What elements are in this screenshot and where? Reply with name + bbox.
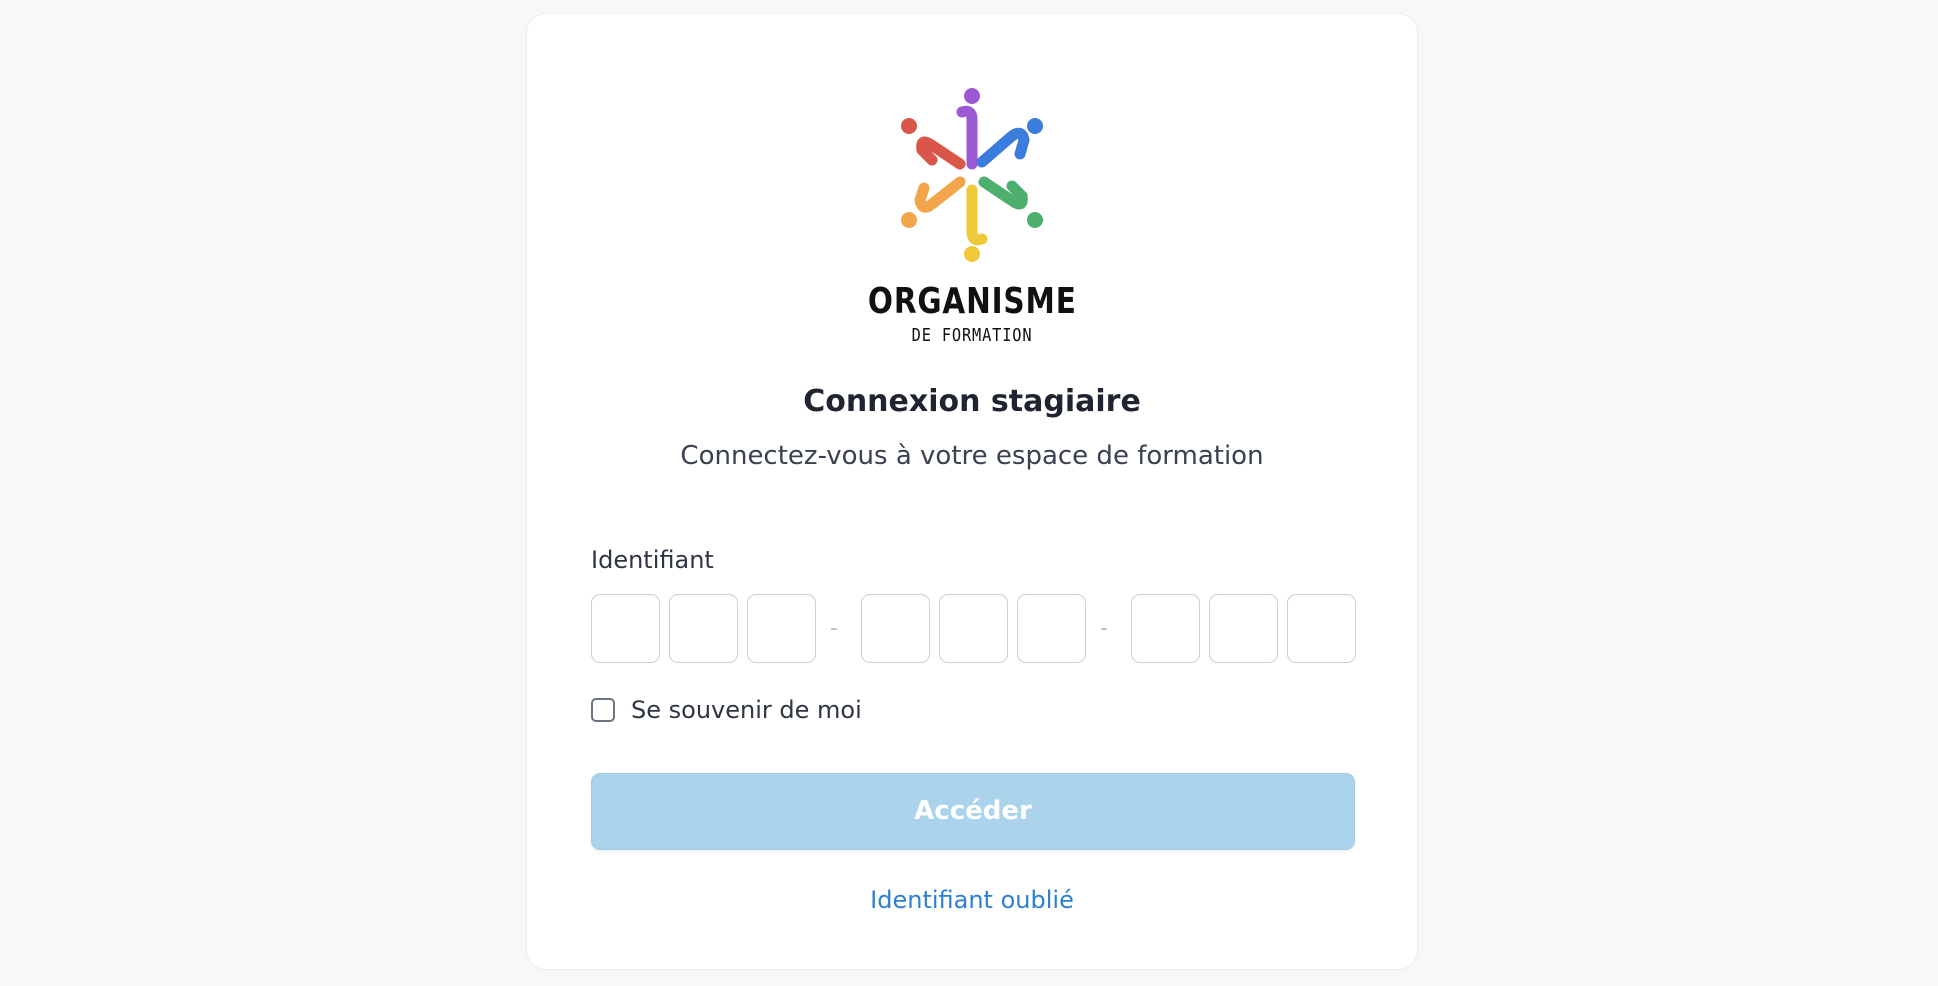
remember-me-checkbox[interactable] <box>591 698 615 722</box>
identifier-code-inputs: - - <box>591 594 1356 663</box>
code-digit-7[interactable] <box>1131 594 1200 663</box>
code-digit-9[interactable] <box>1287 594 1356 663</box>
code-digit-2[interactable] <box>669 594 738 663</box>
brand-logo: ORGANISME DE FORMATION <box>527 74 1417 346</box>
forgot-identifier-link[interactable]: Identifiant oublié <box>527 886 1417 914</box>
code-separator: - <box>1100 616 1108 641</box>
remember-me-option[interactable]: Se souvenir de moi <box>591 696 862 724</box>
brand-tagline: DE FORMATION <box>911 325 1033 346</box>
access-button[interactable]: Accéder <box>591 773 1355 850</box>
remember-me-label: Se souvenir de moi <box>631 696 862 724</box>
brand-name: ORGANISME <box>867 281 1077 322</box>
code-digit-4[interactable] <box>861 594 930 663</box>
identifier-label: Identifiant <box>591 546 714 574</box>
page-subtitle: Connectez-vous à votre espace de formati… <box>680 441 1264 471</box>
code-digit-5[interactable] <box>939 594 1008 663</box>
page-title: Connexion stagiaire <box>803 384 1141 419</box>
code-digit-6[interactable] <box>1017 594 1086 663</box>
code-digit-1[interactable] <box>591 594 660 663</box>
code-digit-3[interactable] <box>747 594 816 663</box>
code-digit-8[interactable] <box>1209 594 1278 663</box>
login-card: ORGANISME DE FORMATION Connexion stagiai… <box>526 13 1418 970</box>
code-separator: - <box>830 616 838 641</box>
people-circle-logo-icon <box>901 88 1043 262</box>
